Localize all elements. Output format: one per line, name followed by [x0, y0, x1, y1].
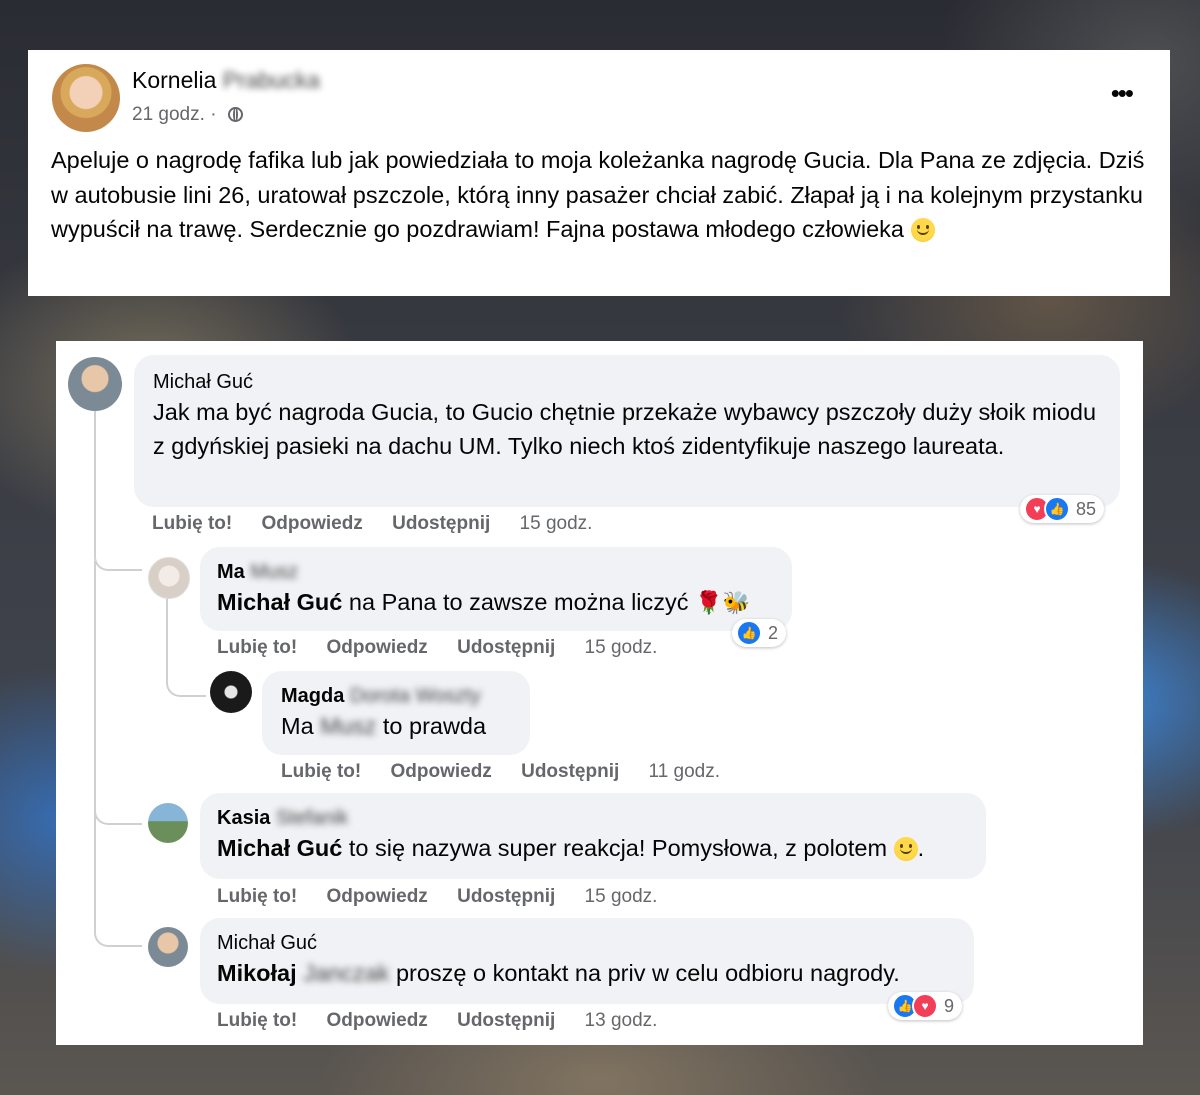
comment-bubble: Michał Guć Mikołaj Janczak proszę o kont… [200, 918, 974, 1004]
reaction-count: 9 [944, 995, 955, 1016]
share-button[interactable]: Udostępnij [457, 637, 555, 658]
commenter-avatar[interactable] [148, 927, 188, 967]
share-button[interactable]: Udostępnij [457, 886, 555, 907]
share-button[interactable]: Udostępnij [457, 1010, 555, 1031]
comment-author[interactable]: Ma Musz [217, 559, 775, 585]
love-reaction-icon: ♥ [912, 993, 938, 1019]
reply-button[interactable]: Odpowiedz [326, 886, 427, 907]
globe-icon [227, 107, 243, 122]
thread-line [94, 561, 142, 825]
meta-separator: · [210, 104, 217, 125]
comment-text: Jak ma być nagroda Gucia, to Gucio chętn… [153, 399, 1097, 459]
comment-time[interactable]: 15 godz. [585, 637, 658, 658]
reply-button[interactable]: Odpowiedz [326, 637, 427, 658]
commenter-avatar[interactable] [68, 357, 122, 411]
comment-author[interactable]: Michał Guć [153, 369, 1101, 395]
reactions-summary[interactable]: ♥ 👍 85 [1020, 495, 1105, 523]
like-button[interactable]: Lubię to! [281, 761, 361, 782]
reaction-count: 85 [1076, 498, 1097, 519]
like-reaction-icon: 👍 [736, 620, 762, 646]
comment-bubble: Michał Guć Jak ma być nagroda Gucia, to … [134, 355, 1120, 507]
more-options-button[interactable]: ••• [1111, 78, 1134, 109]
comment-time[interactable]: 11 godz. [649, 761, 720, 782]
post-meta: 21 godz. · [132, 104, 243, 126]
like-reaction-icon: 👍 [1044, 496, 1070, 522]
comment-author[interactable]: Kasia Stefanik [217, 805, 969, 831]
author-avatar[interactable] [52, 64, 120, 132]
mention-link[interactable]: Michał Guć [217, 589, 342, 615]
like-button[interactable]: Lubię to! [217, 637, 297, 658]
post-time[interactable]: 21 godz. [132, 104, 205, 125]
commenter-avatar[interactable] [210, 671, 252, 713]
comment-bubble: Ma Musz Michał Guć na Pana to zawsze moż… [200, 547, 792, 631]
commenter-avatar[interactable] [148, 803, 188, 843]
author-last-name-blurred: Prabucka [222, 67, 320, 93]
like-button[interactable]: Lubię to! [217, 886, 297, 907]
like-button[interactable]: Lubię to! [152, 513, 232, 534]
reaction-count: 2 [768, 622, 779, 643]
comment-author[interactable]: Michał Guć [217, 930, 957, 956]
mention-link[interactable]: Michał Guć [217, 835, 342, 861]
comment-time[interactable]: 13 godz. [585, 1010, 658, 1031]
thread-line [94, 811, 142, 947]
reply-button[interactable]: Odpowiedz [261, 513, 362, 534]
comment-actions: Lubię to! Odpowiedz Udostępnij 15 godz. [152, 513, 616, 535]
reactions-summary[interactable]: 👍 ♥ 9 [888, 992, 963, 1020]
post-card: Kornelia Prabucka 21 godz. · ••• Apeluje… [28, 50, 1170, 296]
comment-author[interactable]: Magda Dorota Woszty [281, 683, 511, 709]
comment-text: Michał Guć to się nazywa super reakcja! … [217, 835, 925, 861]
comment-actions: Lubię to! Odpowiedz Udostępnij 15 godz. [217, 637, 681, 659]
smile-emoji-icon [910, 218, 935, 242]
comment-text: Michał Guć na Pana to zawsze można liczy… [217, 585, 775, 620]
comment-actions: Lubię to! Odpowiedz Udostępnij 15 godz. [217, 886, 681, 908]
comment-actions: Lubię to! Odpowiedz Udostępnij 13 godz. [217, 1010, 681, 1032]
comment-time[interactable]: 15 godz. [520, 513, 593, 534]
reply-button[interactable]: Odpowiedz [326, 1010, 427, 1031]
mention-link[interactable]: Ma Musz [281, 713, 376, 739]
comment-bubble: Kasia Stefanik Michał Guć to się nazywa … [200, 793, 986, 879]
comments-card: Michał Guć Jak ma być nagroda Gucia, to … [56, 341, 1143, 1045]
reactions-summary[interactable]: 👍 2 [732, 619, 787, 647]
commenter-avatar[interactable] [148, 557, 190, 599]
comment-actions: Lubię to! Odpowiedz Udostępnij 11 godz. [281, 761, 744, 783]
comment-time[interactable]: 15 godz. [585, 886, 658, 907]
like-button[interactable]: Lubię to! [217, 1010, 297, 1031]
post-author-name[interactable]: Kornelia Prabucka [132, 67, 320, 94]
mention-link[interactable]: Mikołaj Janczak [217, 960, 389, 986]
share-button[interactable]: Udostępnij [521, 761, 619, 782]
share-button[interactable]: Udostępnij [392, 513, 490, 534]
comment-bubble: Magda Dorota Woszty Ma Musz to prawda [262, 671, 530, 755]
smile-emoji-icon [893, 837, 918, 861]
reply-button[interactable]: Odpowiedz [390, 761, 491, 782]
comment-text: Ma Musz to prawda [281, 713, 487, 739]
author-first-name[interactable]: Kornelia [132, 67, 216, 93]
post-text: Apeluje o nagrodę fafika lub jak powiedz… [51, 147, 1145, 242]
rose-bee-emoji: 🌹🐝 [695, 590, 750, 615]
comment-text: Mikołaj Janczak proszę o kontakt na priv… [217, 960, 900, 986]
